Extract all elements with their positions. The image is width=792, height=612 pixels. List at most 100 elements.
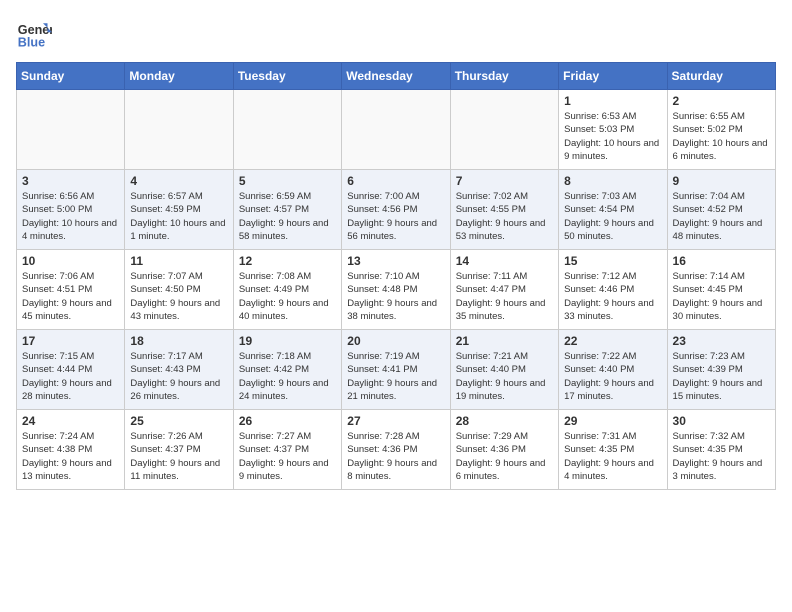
calendar-week-5: 24Sunrise: 7:24 AM Sunset: 4:38 PM Dayli… [17, 410, 776, 490]
day-info: Sunrise: 7:29 AM Sunset: 4:36 PM Dayligh… [456, 430, 553, 483]
day-info: Sunrise: 7:03 AM Sunset: 4:54 PM Dayligh… [564, 190, 661, 243]
day-number: 10 [22, 254, 119, 268]
day-number: 8 [564, 174, 661, 188]
day-number: 13 [347, 254, 444, 268]
day-info: Sunrise: 7:24 AM Sunset: 4:38 PM Dayligh… [22, 430, 119, 483]
calendar-header-row: SundayMondayTuesdayWednesdayThursdayFrid… [17, 63, 776, 90]
logo: General Blue [16, 16, 56, 52]
day-number: 22 [564, 334, 661, 348]
col-header-monday: Monday [125, 63, 233, 90]
col-header-wednesday: Wednesday [342, 63, 450, 90]
day-info: Sunrise: 7:10 AM Sunset: 4:48 PM Dayligh… [347, 270, 444, 323]
calendar-cell: 22 Sunrise: 7:22 AM Sunset: 4:40 PM Dayli… [559, 330, 667, 410]
day-number: 18 [130, 334, 227, 348]
day-info: Sunrise: 7:22 AM Sunset: 4:40 PM Dayligh… [564, 350, 661, 403]
day-info: Sunrise: 7:15 AM Sunset: 4:44 PM Dayligh… [22, 350, 119, 403]
day-number: 4 [130, 174, 227, 188]
calendar-cell: 23 Sunrise: 7:23 AM Sunset: 4:39 PM Dayli… [667, 330, 775, 410]
day-number: 26 [239, 414, 336, 428]
calendar-cell: 24Sunrise: 7:24 AM Sunset: 4:38 PM Dayli… [17, 410, 125, 490]
calendar-table: SundayMondayTuesdayWednesdayThursdayFrid… [16, 62, 776, 490]
calendar-cell: 21 Sunrise: 7:21 AM Sunset: 4:40 PM Dayli… [450, 330, 558, 410]
day-number: 17 [22, 334, 119, 348]
day-number: 12 [239, 254, 336, 268]
logo-icon: General Blue [16, 16, 52, 52]
day-number: 3 [22, 174, 119, 188]
calendar-cell: 25 Sunrise: 7:26 AM Sunset: 4:37 PM Dayli… [125, 410, 233, 490]
day-number: 23 [673, 334, 770, 348]
day-info: Sunrise: 7:31 AM Sunset: 4:35 PM Dayligh… [564, 430, 661, 483]
calendar-cell: 30 Sunrise: 7:32 AM Sunset: 4:35 PM Dayli… [667, 410, 775, 490]
day-info: Sunrise: 7:21 AM Sunset: 4:40 PM Dayligh… [456, 350, 553, 403]
day-info: Sunrise: 7:04 AM Sunset: 4:52 PM Dayligh… [673, 190, 770, 243]
col-header-saturday: Saturday [667, 63, 775, 90]
day-info: Sunrise: 7:06 AM Sunset: 4:51 PM Dayligh… [22, 270, 119, 323]
calendar-cell [17, 90, 125, 170]
calendar-cell [233, 90, 341, 170]
svg-text:Blue: Blue [18, 36, 45, 50]
day-info: Sunrise: 6:59 AM Sunset: 4:57 PM Dayligh… [239, 190, 336, 243]
day-number: 11 [130, 254, 227, 268]
calendar-cell: 1Sunrise: 6:53 AM Sunset: 5:03 PM Daylig… [559, 90, 667, 170]
calendar-cell: 13 Sunrise: 7:10 AM Sunset: 4:48 PM Dayli… [342, 250, 450, 330]
day-number: 16 [673, 254, 770, 268]
day-info: Sunrise: 7:23 AM Sunset: 4:39 PM Dayligh… [673, 350, 770, 403]
calendar-cell: 10 Sunrise: 7:06 AM Sunset: 4:51 PM Dayli… [17, 250, 125, 330]
day-info: Sunrise: 7:28 AM Sunset: 4:36 PM Dayligh… [347, 430, 444, 483]
col-header-tuesday: Tuesday [233, 63, 341, 90]
calendar-cell: 16 Sunrise: 7:14 AM Sunset: 4:45 PM Dayli… [667, 250, 775, 330]
day-number: 20 [347, 334, 444, 348]
day-number: 6 [347, 174, 444, 188]
calendar-cell: 17 Sunrise: 7:15 AM Sunset: 4:44 PM Dayli… [17, 330, 125, 410]
calendar-cell [450, 90, 558, 170]
calendar-cell: 27 Sunrise: 7:28 AM Sunset: 4:36 PM Dayli… [342, 410, 450, 490]
day-info: Sunrise: 7:17 AM Sunset: 4:43 PM Dayligh… [130, 350, 227, 403]
day-info: Sunrise: 6:56 AM Sunset: 5:00 PM Dayligh… [22, 190, 119, 243]
calendar-body: 1Sunrise: 6:53 AM Sunset: 5:03 PM Daylig… [17, 90, 776, 490]
day-number: 25 [130, 414, 227, 428]
calendar-cell: 28 Sunrise: 7:29 AM Sunset: 4:36 PM Dayli… [450, 410, 558, 490]
calendar-cell: 8 Sunrise: 7:03 AM Sunset: 4:54 PM Daylig… [559, 170, 667, 250]
calendar-cell: 5Sunrise: 6:59 AM Sunset: 4:57 PM Daylig… [233, 170, 341, 250]
calendar-cell: 18 Sunrise: 7:17 AM Sunset: 4:43 PM Dayli… [125, 330, 233, 410]
day-info: Sunrise: 7:02 AM Sunset: 4:55 PM Dayligh… [456, 190, 553, 243]
day-info: Sunrise: 7:26 AM Sunset: 4:37 PM Dayligh… [130, 430, 227, 483]
day-number: 15 [564, 254, 661, 268]
day-info: Sunrise: 7:11 AM Sunset: 4:47 PM Dayligh… [456, 270, 553, 323]
day-info: Sunrise: 6:55 AM Sunset: 5:02 PM Dayligh… [673, 110, 770, 163]
calendar-cell: 7 Sunrise: 7:02 AM Sunset: 4:55 PM Daylig… [450, 170, 558, 250]
header: General Blue [16, 16, 776, 52]
day-number: 7 [456, 174, 553, 188]
day-number: 21 [456, 334, 553, 348]
calendar-cell: 20 Sunrise: 7:19 AM Sunset: 4:41 PM Dayli… [342, 330, 450, 410]
day-info: Sunrise: 7:07 AM Sunset: 4:50 PM Dayligh… [130, 270, 227, 323]
day-info: Sunrise: 7:00 AM Sunset: 4:56 PM Dayligh… [347, 190, 444, 243]
calendar-cell: 19 Sunrise: 7:18 AM Sunset: 4:42 PM Dayli… [233, 330, 341, 410]
day-number: 29 [564, 414, 661, 428]
calendar-cell: 11 Sunrise: 7:07 AM Sunset: 4:50 PM Dayli… [125, 250, 233, 330]
day-info: Sunrise: 7:19 AM Sunset: 4:41 PM Dayligh… [347, 350, 444, 403]
day-number: 2 [673, 94, 770, 108]
calendar-cell: 12Sunrise: 7:08 AM Sunset: 4:49 PM Dayli… [233, 250, 341, 330]
calendar-cell: 3 Sunrise: 6:56 AM Sunset: 5:00 PM Daylig… [17, 170, 125, 250]
calendar-cell [342, 90, 450, 170]
calendar-cell: 2 Sunrise: 6:55 AM Sunset: 5:02 PM Daylig… [667, 90, 775, 170]
day-info: Sunrise: 7:12 AM Sunset: 4:46 PM Dayligh… [564, 270, 661, 323]
calendar-cell: 14Sunrise: 7:11 AM Sunset: 4:47 PM Dayli… [450, 250, 558, 330]
calendar-cell: 29 Sunrise: 7:31 AM Sunset: 4:35 PM Dayli… [559, 410, 667, 490]
calendar-cell: 15 Sunrise: 7:12 AM Sunset: 4:46 PM Dayli… [559, 250, 667, 330]
day-info: Sunrise: 7:18 AM Sunset: 4:42 PM Dayligh… [239, 350, 336, 403]
col-header-thursday: Thursday [450, 63, 558, 90]
day-number: 28 [456, 414, 553, 428]
calendar-cell: 4Sunrise: 6:57 AM Sunset: 4:59 PM Daylig… [125, 170, 233, 250]
day-number: 30 [673, 414, 770, 428]
calendar-week-4: 17 Sunrise: 7:15 AM Sunset: 4:44 PM Dayli… [17, 330, 776, 410]
day-info: Sunrise: 6:53 AM Sunset: 5:03 PM Dayligh… [564, 110, 661, 163]
day-number: 19 [239, 334, 336, 348]
day-info: Sunrise: 7:14 AM Sunset: 4:45 PM Dayligh… [673, 270, 770, 323]
day-info: Sunrise: 7:32 AM Sunset: 4:35 PM Dayligh… [673, 430, 770, 483]
calendar-cell [125, 90, 233, 170]
calendar-week-1: 1Sunrise: 6:53 AM Sunset: 5:03 PM Daylig… [17, 90, 776, 170]
day-number: 27 [347, 414, 444, 428]
calendar-week-3: 10 Sunrise: 7:06 AM Sunset: 4:51 PM Dayli… [17, 250, 776, 330]
